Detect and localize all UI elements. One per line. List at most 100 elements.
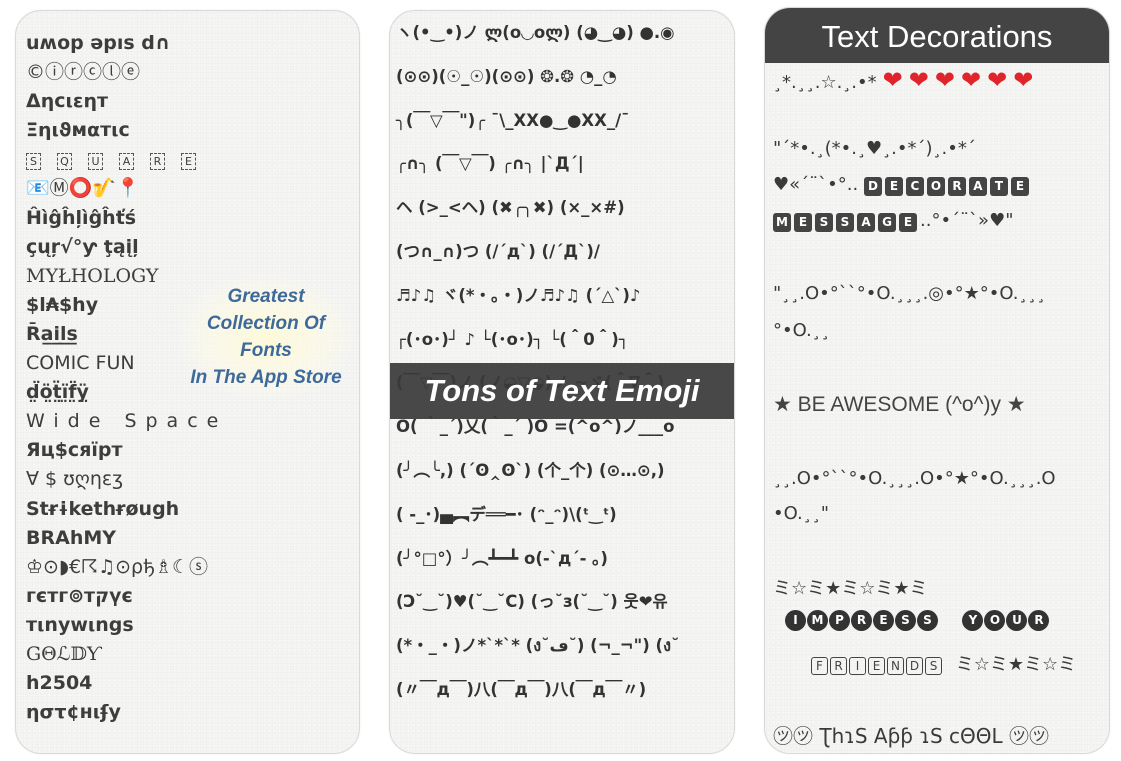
font-item-highlights[interactable]: Ĥìĝĥļìĝĥťś [26, 204, 227, 233]
letter-block: E [899, 213, 917, 232]
promo-line: Fonts [240, 340, 292, 361]
wave-row[interactable]: "¸¸.O•°``°•O.¸¸¸.◎•°★°•O.¸¸¸ [773, 283, 1046, 304]
font-item-emoji[interactable]: 📧Ⓜ⭕🎷📍 [26, 174, 227, 203]
promo-line: Collection Of [206, 313, 326, 334]
emoji-row[interactable]: ヽ(•‿•)ノ ლ(o◡oლ) (◕‿◕) ●.◉ [396, 17, 679, 61]
square-letter: R [150, 153, 165, 171]
font-item-square[interactable]: SQUARE [26, 145, 227, 174]
font-item-wide-space[interactable]: Wide Space [26, 407, 227, 436]
wave-row[interactable]: °•O.¸¸ [773, 320, 830, 341]
font-item-brahmy[interactable]: BRAhMY [26, 524, 227, 553]
banner-title: Tons of Text Emoji [390, 363, 734, 419]
circle-letter: P [829, 610, 850, 631]
font-item-asomez[interactable]: ∀ $ ʊღηɛʒ [26, 465, 227, 494]
letter-block: E [1010, 177, 1029, 196]
letter-block: D [863, 177, 882, 196]
emoji-row[interactable]: (〃￣д￣)八(￣д￣)八(￣д￣〃) [396, 674, 679, 718]
fonts-panel: uʍop ǝpıs d∩ ©ⓘⓡⓒⓛⓔ Δηcιεηт Ξηιϑмαтιc SQ… [15, 10, 360, 754]
letter-block: G [878, 213, 896, 232]
heart-icon: ❤ [908, 66, 929, 94]
text-emoji-panel: ヽ(•‿•)ノ ლ(o◡oლ) (◕‿◕) ●.◉ (⊙⊙)(☉_☉)(⊙⊙) … [389, 10, 735, 754]
font-item-curvy-tail[interactable]: çųŗ√°ƴ ţąįļ [26, 233, 227, 262]
letter-block: T [989, 177, 1008, 196]
promo-text: Greatest Collection Of Fonts In The App … [176, 273, 356, 401]
letter-block: O [926, 177, 945, 196]
heart-icon: ❤ [1013, 66, 1034, 94]
decoration-row[interactable]: "´*•.¸(*•.¸♥¸.•*´)¸.•*´ [773, 138, 976, 159]
be-awesome-row[interactable]: ★ BE AWESOME (^o^)y ★ [773, 392, 1026, 417]
wave-row[interactable]: ¸¸.O•°``°•O.¸¸¸.O•°★°•O.¸¸¸.O [773, 468, 1056, 489]
circle-letter: I [785, 610, 806, 631]
font-item-h2504[interactable]: h2504 [26, 669, 227, 698]
message-row[interactable]: M E S S A G E ..°•´¨`»♥" [773, 210, 1014, 232]
heart-icon: ❤ [934, 66, 955, 94]
decoration-hearts[interactable]: ¸*.¸¸.☆.¸.•* ❤ ❤ ❤ ❤ ❤ ❤ [773, 66, 1033, 94]
font-item-chess[interactable]: ♔⊙◗€☈♫⊙ρђ♗☾ⓢ [26, 553, 227, 582]
emoji-row[interactable]: ヘ (>_<ヘ) (✖╭╮✖) (×_×#) [396, 192, 679, 236]
circle-letter: M [807, 610, 828, 631]
panel-header: Text Decorations [765, 8, 1109, 63]
font-item-upside-down[interactable]: uʍop ǝpıs d∩ [26, 29, 227, 58]
emoji-row[interactable]: (⊙⊙)(☉_☉)(⊙⊙) ❂.❂ ◔_◔ [396, 61, 679, 105]
letter-block: E [794, 213, 812, 232]
box-letter: D [906, 657, 923, 675]
circle-letter: S [917, 610, 938, 631]
emoji-row[interactable]: ( -_･)▄︻デ══━･ (ᵔ_ᵔ)\(ᵗ‿ᵗ) [396, 499, 679, 543]
emoji-row[interactable]: (╯°□°）╯︵┻━┻ o(-`д´- ｡) [396, 543, 679, 587]
square-letter: E [181, 153, 196, 171]
heart-icon: ❤ [882, 66, 903, 94]
square-letter: S [26, 153, 41, 171]
font-item-circle[interactable]: ©ⓘⓡⓒⓛⓔ [26, 58, 227, 87]
font-item-strikethrough[interactable]: Stɍɨkethɍøugh [26, 495, 227, 524]
box-letter: N [887, 657, 904, 675]
font-item-ancient[interactable]: Δηcιεηт [26, 87, 227, 116]
letter-block: A [968, 177, 987, 196]
font-item-russcript[interactable]: Яц$cяïpт [26, 436, 227, 465]
font-item-enigmatic[interactable]: Ξηιϑмαтιc [26, 116, 227, 145]
promo-line: Greatest [227, 286, 305, 307]
friends-row[interactable]: FRIENDS ミ☆ミ★ミ☆ミ [811, 650, 1076, 676]
circle-letter: U [1006, 610, 1028, 631]
font-item-retrotype[interactable]: гєтг⊚тקүє [26, 582, 227, 611]
decoration-suffix: ..°•´¨`»♥" [920, 210, 1014, 231]
letter-block: C [905, 177, 924, 196]
promo-line: In The App Store [190, 367, 342, 388]
letter-block: E [884, 177, 903, 196]
square-letter: Q [57, 153, 72, 171]
box-letter: S [925, 657, 942, 675]
emoji-row[interactable]: (つ∩_∩)つ (/´д`) (/´Д`)/ [396, 236, 679, 280]
stars-row[interactable]: ミ☆ミ★ミ☆ミ★ミ [773, 574, 928, 600]
emoji-row[interactable]: ♬♪♫ ヾ(*・。・)ノ♬♪♫ (´△`)♪ [396, 280, 679, 324]
box-letter: E [868, 657, 885, 675]
heart-icon: ❤ [960, 66, 982, 94]
box-letter: I [849, 657, 866, 675]
decoration-prefix: ¸*.¸¸.☆.¸.•* [773, 72, 877, 93]
emoji-row[interactable]: ╭∩╮ (￣▽￣) ╭∩╮ |`Д´| [396, 148, 679, 192]
letter-block: A [857, 213, 875, 232]
font-item-tinywings[interactable]: тιnywιngs [26, 611, 227, 640]
circle-letter: R [851, 610, 872, 631]
emoji-row[interactable]: ┌(･o･)┘ ♪ └(･o･)┐ └(＾0＾)┐ [396, 324, 679, 368]
circle-letter: Y [962, 610, 984, 631]
circle-letter: R [1028, 610, 1050, 631]
box-letter: R [830, 657, 847, 675]
decorate-row[interactable]: ♥«´¨`•°.. DECORATE [773, 174, 1032, 196]
emoji-row[interactable]: (Ͻ˘‿˘)♥(˘‿˘C) (っ˘з(˘‿˘) 웃❤유 [396, 586, 679, 630]
impress-row[interactable]: IMPRESS YOUR [785, 608, 1050, 631]
font-item-notchify[interactable]: ηστ¢нιʄу [26, 698, 227, 727]
square-letter: A [119, 153, 134, 171]
cool-row[interactable]: ㋡㋡ ƮhɿS Aƥƥ ɿS cΘΘL ㋡㋡ [773, 720, 1049, 749]
emoji-row[interactable]: (*・_・)ノ*`*`* (ง˘ڡ˘) (¬_¬") (ง˘ [396, 630, 679, 674]
emoji-row[interactable]: ╮(￣▽￣")╭ ¯\_XX●‿●XX_/¯ [396, 105, 679, 149]
letter-block: R [947, 177, 966, 196]
font-item-goldy[interactable]: GΘℒ𝔻Ƴ [26, 640, 227, 669]
heart-icon: ❤ [987, 66, 1008, 94]
square-letter: U [88, 153, 103, 171]
wave-row[interactable]: •O.¸¸" [773, 503, 829, 524]
decoration-prefix: ♥«´¨`•°.. [773, 174, 859, 195]
box-letter: F [811, 657, 828, 675]
circle-letter: E [873, 610, 894, 631]
emoji-row[interactable]: (╯︵╰,) (´ʘ‸ʘ`) (个_个) (⊙…⊙,) [396, 455, 679, 499]
letter-block: S [815, 213, 833, 232]
text-decorations-panel: Text Decorations ¸*.¸¸.☆.¸.•* ❤ ❤ ❤ ❤ ❤ ❤ "´*•… [764, 7, 1110, 754]
